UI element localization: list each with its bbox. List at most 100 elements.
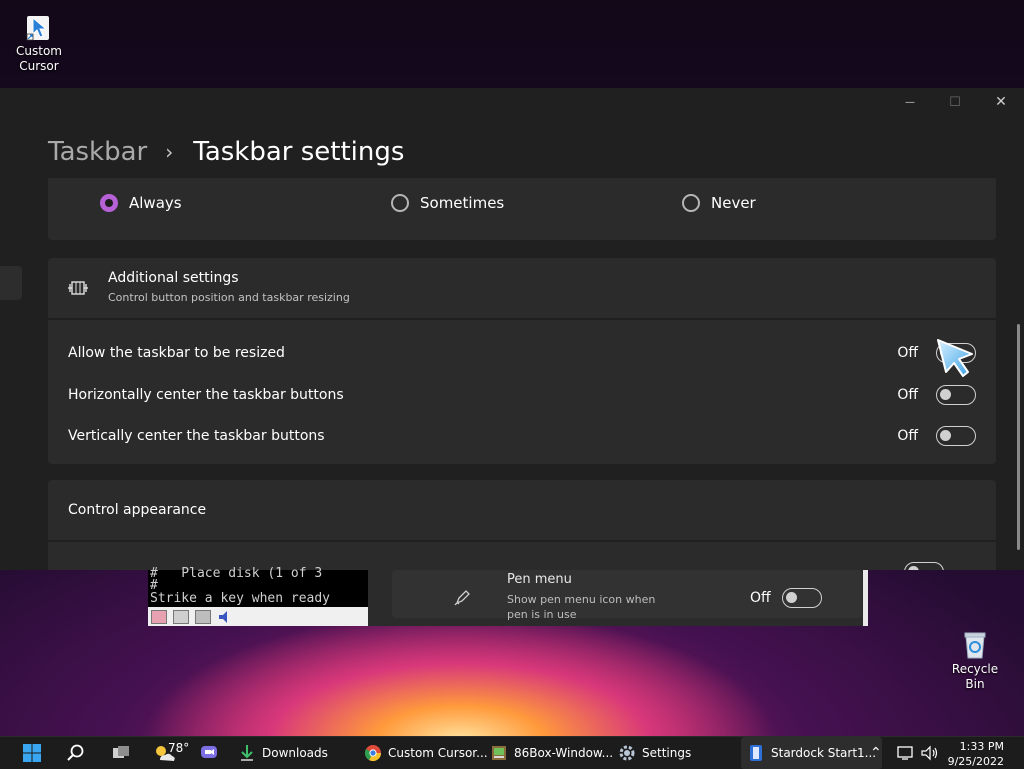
settings-window: — ☐ ✕ Taskbar › Taskbar settings Always … bbox=[0, 88, 1024, 570]
toggle-partial[interactable] bbox=[904, 562, 944, 570]
taskbar-item-label: Custom Cursor... bbox=[388, 746, 488, 760]
radio-option-never[interactable]: Never bbox=[682, 194, 756, 212]
toggle-state: Off bbox=[897, 428, 918, 444]
pen-menu-panel: Pen menu Show pen menu icon when pen is … bbox=[368, 570, 868, 626]
radio-option-always[interactable]: Always bbox=[100, 194, 182, 212]
taskbar-settings-icon bbox=[68, 281, 88, 295]
download-arrow-icon bbox=[241, 745, 253, 761]
taskbar-item-label: Settings bbox=[642, 746, 692, 760]
taskbar-item-downloads[interactable]: Downloads bbox=[238, 737, 328, 769]
floppy-icon[interactable] bbox=[151, 609, 167, 624]
desktop-icon-label: Custom Cursor bbox=[16, 44, 62, 73]
radio-label: Sometimes bbox=[420, 194, 505, 212]
desktop-icon-recycle-bin[interactable]: Recycle Bin bbox=[942, 630, 1008, 692]
toggle-pen-menu[interactable] bbox=[782, 588, 822, 608]
radio-button-selected[interactable] bbox=[100, 194, 118, 212]
radio-label: Always bbox=[129, 194, 182, 212]
windows-logo-icon bbox=[23, 744, 41, 762]
taskbar-item-stardock-start[interactable]: Stardock Start1... bbox=[741, 737, 883, 769]
gear-icon bbox=[619, 745, 635, 761]
pen-icon bbox=[454, 590, 470, 606]
radio-options-card: Always Sometimes Never bbox=[48, 178, 996, 240]
setting-label: Horizontally center the taskbar buttons bbox=[68, 387, 344, 403]
scrollbar[interactable] bbox=[1017, 324, 1020, 550]
hard-disk-icon[interactable] bbox=[195, 609, 211, 624]
console-line: # Place disk (1 of 3 bbox=[150, 566, 323, 581]
section-title: Additional settings bbox=[108, 270, 239, 286]
floppy-drive-icon[interactable] bbox=[173, 609, 189, 624]
setting-row-allow-resize: Allow the taskbar to be resized Off bbox=[68, 341, 976, 365]
pen-menu-title: Pen menu bbox=[507, 572, 572, 587]
radio-button[interactable] bbox=[682, 194, 700, 212]
volume-icon bbox=[921, 745, 938, 761]
taskbar-item-label: Stardock Start1... bbox=[771, 746, 877, 760]
close-icon: ✕ bbox=[995, 94, 1007, 110]
taskbar-item-chrome[interactable]: Custom Cursor... bbox=[364, 737, 488, 769]
radio-button[interactable] bbox=[391, 194, 409, 212]
breadcrumb-separator: › bbox=[165, 140, 174, 164]
toggle-state: Off bbox=[897, 345, 918, 361]
minimize-icon: — bbox=[905, 96, 915, 108]
show-hidden-icons-button[interactable]: ⌃ bbox=[870, 737, 882, 769]
custom-cursor-icon bbox=[26, 16, 49, 41]
section-subtitle: Control button position and taskbar resi… bbox=[108, 291, 350, 304]
86box-window[interactable]: # Place disk (1 of 3 # Strike a key when… bbox=[148, 566, 368, 626]
page-title: Taskbar settings bbox=[193, 137, 405, 167]
chevron-up-icon: ⌃ bbox=[870, 745, 882, 761]
breadcrumb-parent-taskbar[interactable]: Taskbar bbox=[48, 137, 147, 167]
window-border bbox=[863, 570, 868, 626]
setting-row-vertical-center: Vertically center the taskbar buttons Of… bbox=[68, 424, 976, 448]
toggle-state: Off bbox=[750, 590, 771, 606]
chrome-icon bbox=[364, 745, 382, 762]
volume-button[interactable] bbox=[921, 737, 939, 769]
taskbar: 78° Downloads Custom Cursor... 86Box-Win… bbox=[0, 736, 1024, 769]
clock-time: 1:33 PM bbox=[959, 740, 1004, 753]
search-button[interactable] bbox=[66, 737, 86, 769]
86box-icon bbox=[492, 746, 506, 760]
search-icon bbox=[67, 744, 84, 761]
console-line: Strike a key when ready bbox=[150, 591, 331, 606]
stardock-icon bbox=[750, 745, 762, 761]
86box-status-bar bbox=[148, 607, 368, 626]
taskbar-item-86box[interactable]: 86Box-Window... bbox=[490, 737, 613, 769]
breadcrumb: Taskbar › Taskbar settings bbox=[48, 132, 404, 172]
weather-widget[interactable]: 78° bbox=[152, 737, 189, 769]
chat-button[interactable] bbox=[200, 737, 218, 769]
additional-settings-body: Allow the taskbar to be resized Off Hori… bbox=[48, 320, 996, 464]
maximize-icon: ☐ bbox=[949, 94, 961, 110]
taskbar-item-label: 86Box-Window... bbox=[514, 746, 614, 760]
maximize-button[interactable]: ☐ bbox=[932, 88, 978, 116]
desktop-icon-custom-cursor[interactable]: Custom Cursor bbox=[6, 12, 72, 74]
desktop-icon-label: Recycle Bin bbox=[951, 662, 999, 691]
pen-menu-subtitle: Show pen menu icon when pen is in use bbox=[507, 593, 656, 621]
minimize-button[interactable]: — bbox=[887, 88, 933, 116]
task-view-button[interactable] bbox=[111, 737, 131, 769]
pen-menu-row: Pen menu Show pen menu icon when pen is … bbox=[392, 570, 862, 621]
network-button[interactable] bbox=[897, 737, 915, 769]
nav-selection-indicator bbox=[0, 266, 22, 300]
weather-temperature: 78° bbox=[168, 741, 190, 755]
recycle-bin-icon bbox=[964, 632, 986, 659]
setting-label: Vertically center the taskbar buttons bbox=[68, 428, 325, 444]
task-view-icon bbox=[113, 746, 129, 758]
chat-icon bbox=[201, 746, 217, 758]
toggle-vertical-center[interactable] bbox=[936, 426, 976, 446]
radio-label: Never bbox=[711, 194, 756, 212]
taskbar-item-settings[interactable]: Settings bbox=[618, 737, 691, 769]
clock-date: 9/25/2022 bbox=[947, 755, 1004, 768]
network-monitor-icon bbox=[897, 746, 913, 760]
system-clock[interactable]: 1:33 PM 9/25/2022 bbox=[948, 739, 1004, 769]
speaker-icon[interactable] bbox=[217, 610, 233, 624]
toggle-state: Off bbox=[897, 387, 918, 403]
toggle-horizontal-center[interactable] bbox=[936, 385, 976, 405]
setting-label: Allow the taskbar to be resized bbox=[68, 345, 285, 361]
cursor-pointer-icon bbox=[937, 339, 973, 377]
setting-row-horizontal-center: Horizontally center the taskbar buttons … bbox=[68, 383, 976, 407]
close-button[interactable]: ✕ bbox=[978, 88, 1024, 116]
additional-settings-header[interactable]: Additional settings Control button posit… bbox=[48, 258, 996, 318]
taskbar-item-label: Downloads bbox=[262, 746, 328, 760]
start-button[interactable] bbox=[22, 737, 42, 769]
radio-option-sometimes[interactable]: Sometimes bbox=[391, 194, 504, 212]
section-title: Control appearance bbox=[68, 502, 207, 518]
control-appearance-header[interactable]: Control appearance bbox=[48, 480, 996, 540]
